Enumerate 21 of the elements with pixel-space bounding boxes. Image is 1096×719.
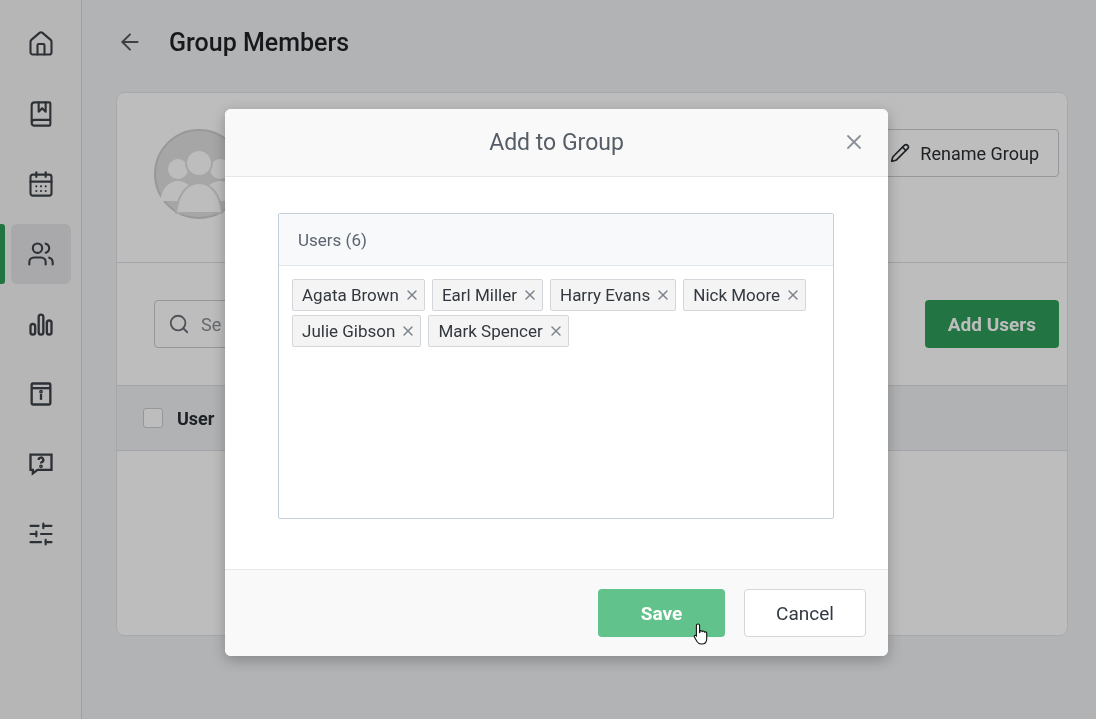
calendar-icon [26,170,55,198]
select-all-checkbox[interactable] [143,408,163,428]
remove-tag-button[interactable] [522,287,538,303]
sidebar-item[interactable] [10,224,71,284]
selection-bar [0,224,5,284]
user-name: Agata Brown [302,285,399,305]
user-name: Nick Moore [693,285,781,305]
dialog-title: Add to Group [489,129,624,156]
column-header: User [177,407,215,429]
pencil-icon [890,143,911,163]
home-icon [26,30,55,58]
users-header: Users (6) [279,214,833,266]
user-name: Julie Gibson [302,321,396,341]
search-icon [168,313,190,335]
user-name: Earl Miller [441,285,517,305]
users-icon [26,240,55,268]
user-name: Mark Spencer [438,321,543,341]
cancel-button[interactable]: Cancel [744,589,866,637]
remove-icon [522,287,538,303]
page-title: Group Members [169,27,350,57]
user-name: Harry Evans [560,285,651,305]
